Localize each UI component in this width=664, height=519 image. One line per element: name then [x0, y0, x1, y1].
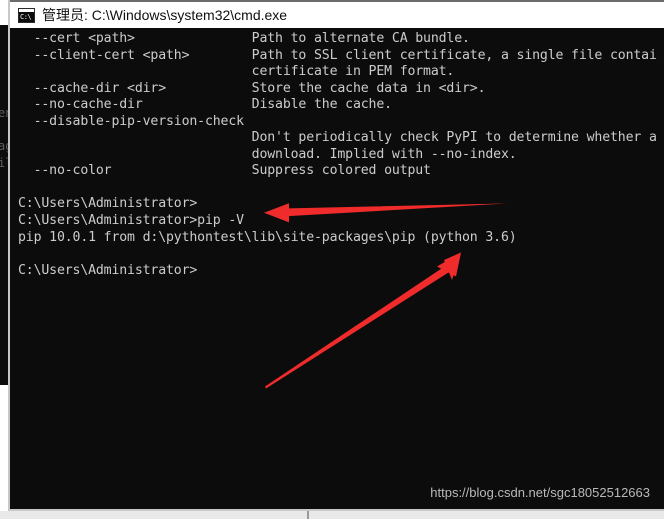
screenshot-root: en ag il C:\ 管理员: C:\Windows\system32\cm…: [0, 0, 664, 519]
cmd-icon: C:\: [18, 7, 35, 23]
cmd-icon-glyph: C:\: [20, 12, 32, 21]
desktop-strip-divider: [307, 511, 309, 519]
watermark-text: https://blog.csdn.net/sgc18052512663: [430, 485, 650, 500]
cmd-window[interactable]: C:\ 管理员: C:\Windows\system32\cmd.exe --c…: [8, 0, 664, 511]
console-output-text: --cert <path> Path to alternate CA bundl…: [18, 31, 657, 278]
desktop-bottom-strip: [0, 511, 664, 519]
window-titlebar[interactable]: C:\ 管理员: C:\Windows\system32\cmd.exe: [10, 0, 664, 28]
window-title: 管理员: C:\Windows\system32\cmd.exe: [42, 7, 288, 23]
console-client-area[interactable]: --cert <path> Path to alternate CA bundl…: [10, 28, 664, 509]
